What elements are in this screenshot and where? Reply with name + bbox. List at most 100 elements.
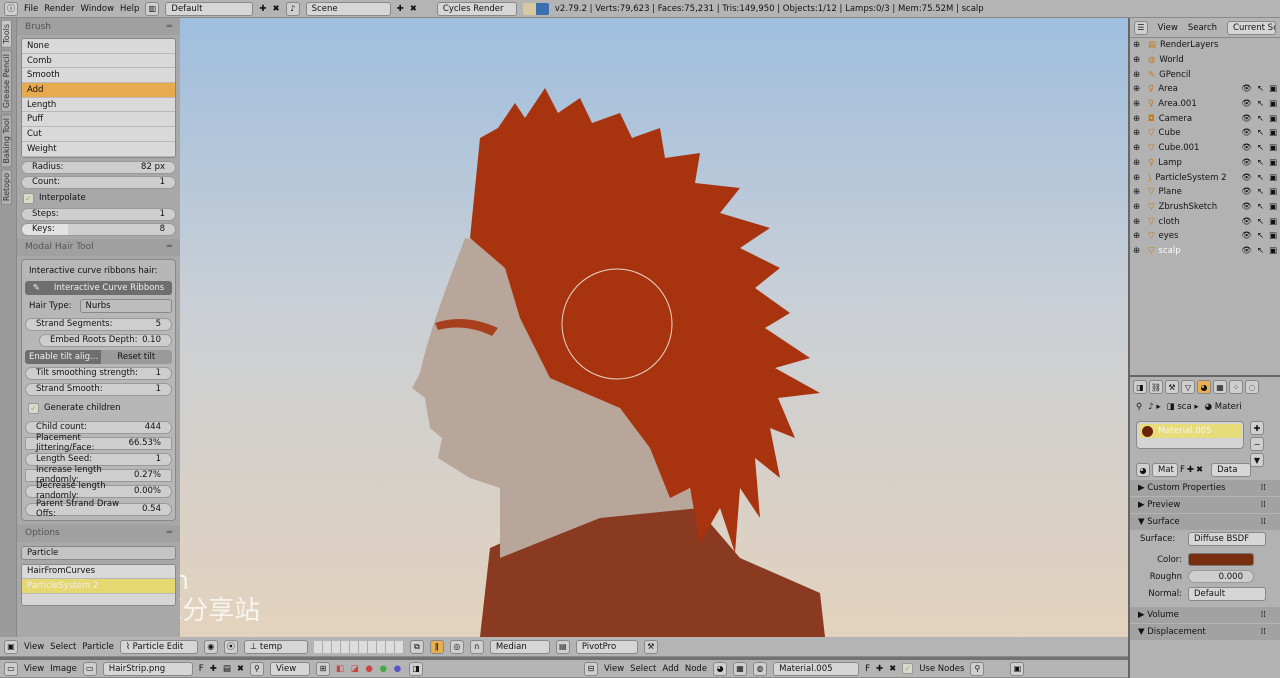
material-name-field[interactable]: Material.005 (773, 661, 860, 676)
pin-icon[interactable]: ⚲ (1136, 402, 1142, 412)
brush-item-none[interactable]: None (22, 39, 175, 54)
backdrop-icon[interactable]: ▣ (1010, 661, 1025, 676)
outliner-item-area[interactable]: ⊕ ♀ Area 👁 ↖ ▣ (1130, 82, 1280, 97)
outliner-item-cube[interactable]: ⊕ ▽ Cube 👁 ↖ ▣ (1130, 126, 1280, 141)
pin-icon[interactable]: ⚲ (249, 661, 264, 676)
texture-tab-icon[interactable]: ▦ (1213, 380, 1227, 394)
visibility-eye-icon[interactable]: 👁 (1241, 202, 1252, 212)
interactive-curve-ribbons-button[interactable]: ✎ Interactive Curve Ribbons (25, 280, 172, 295)
outliner-item-scalp[interactable]: ⊕ ▽ scalp 👁 ↖ ▣ (1130, 244, 1280, 259)
material-browse-icon[interactable]: ◕ (1136, 463, 1150, 477)
interpolate-checkbox[interactable]: ✓ Interpolate (23, 192, 174, 205)
object-tab-icon[interactable]: ◨ (1133, 380, 1147, 394)
tab-grease-pencil[interactable]: Grease Pencil (1, 49, 12, 112)
visibility-eye-icon[interactable]: 👁 (1241, 246, 1252, 256)
outliner-item-plane[interactable]: ⊕ ▽ Plane 👁 ↖ ▣ (1130, 185, 1280, 200)
render-camera-icon[interactable]: ▣ (1269, 217, 1277, 227)
modal-field-1[interactable]: Placement Jittering/Face: 66.53% (25, 433, 172, 453)
panel-custom-properties[interactable]: ▶ Custom Properties ⁞⁞ (1130, 479, 1280, 496)
render-camera-icon[interactable]: ▣ (1269, 128, 1277, 138)
add-slot-icon[interactable]: ✚ (1250, 421, 1264, 435)
expand-icon[interactable]: ⊕ (1133, 55, 1140, 65)
visibility-eye-icon[interactable]: 👁 (1241, 99, 1252, 109)
add-layout-icon[interactable]: ✚ (259, 4, 266, 14)
lock-icon[interactable]: ⧉ (409, 639, 424, 654)
outliner-item-camera[interactable]: ⊕ ◘ Camera 👁 ↖ ▣ (1130, 111, 1280, 126)
pivot-icon[interactable]: ⦿ (223, 639, 238, 654)
expand-icon[interactable]: ⊕ (1133, 128, 1140, 138)
render-camera-icon[interactable]: ▣ (1269, 114, 1277, 124)
remove-scene-icon[interactable]: ✖ (410, 4, 417, 14)
selectable-cursor-icon[interactable]: ↖ (1257, 158, 1264, 168)
snap-icon[interactable]: ∩ (469, 639, 484, 654)
options-mode-select[interactable]: Particle (21, 545, 176, 560)
layout-icon[interactable]: ▥ (145, 1, 160, 16)
new-material-icon[interactable]: ✚ (876, 664, 883, 674)
outliner-item-cube-001[interactable]: ⊕ ▽ Cube.001 👁 ↖ ▣ (1130, 141, 1280, 156)
options-panel-header[interactable]: Options ═ (17, 524, 180, 542)
data-tab-icon[interactable]: ▽ (1181, 380, 1195, 394)
modal-field-4[interactable]: Decrease length randomly: 0.00% (25, 481, 172, 501)
modal-field-0[interactable]: Tilt smoothing strength: 1 (25, 366, 172, 380)
render-camera-icon[interactable]: ▣ (1269, 158, 1277, 168)
menu-particle[interactable]: Particle (82, 642, 113, 652)
panel-displacement[interactable]: ▼ Displacement ⁞⁞ (1130, 623, 1280, 640)
selectable-cursor-icon[interactable]: ↖ (1257, 173, 1264, 183)
panel-preview[interactable]: ▶ Preview ⁞⁞ (1130, 496, 1280, 513)
pivot-median-select[interactable]: Median (489, 639, 550, 654)
menu-view[interactable]: View (24, 642, 44, 652)
unlink-image-icon[interactable]: ✖ (237, 664, 244, 674)
render-camera-icon[interactable]: ▣ (1269, 173, 1277, 183)
outliner-item-eyes[interactable]: ⊕ ▽ eyes 👁 ↖ ▣ (1130, 229, 1280, 244)
visibility-eye-icon[interactable]: 👁 (1241, 187, 1252, 197)
menu-render[interactable]: Render (44, 4, 74, 14)
unlink-material-icon[interactable]: ✖ (889, 664, 896, 674)
menu-add[interactable]: Add (662, 664, 678, 674)
render-engine-select[interactable]: Cycles Render (436, 1, 517, 16)
editor-type-icon[interactable]: ▣ (4, 639, 18, 654)
expand-icon[interactable]: ⊕ (1133, 40, 1140, 50)
modal-field-0[interactable]: Strand Segments: 5 (25, 317, 172, 331)
image-editor-icon[interactable]: ▭ (4, 661, 18, 676)
list-item[interactable]: HairFromCurves (22, 564, 175, 580)
unlink-material-icon[interactable]: ✖ (1196, 465, 1203, 475)
outliner-item-world[interactable]: ⊕ ◍ World (1130, 53, 1280, 68)
image-browse-icon[interactable]: ▭ (82, 661, 97, 676)
modifiers-tab-icon[interactable]: ⚒ (1165, 380, 1179, 394)
fake-user-button[interactable]: F (865, 664, 870, 674)
visibility-eye-icon[interactable]: 👁 (1241, 231, 1252, 241)
modal-hair-panel-header[interactable]: Modal Hair Tool ═ (17, 238, 180, 256)
open-image-icon[interactable]: ▤ (223, 664, 231, 674)
modal-field-3[interactable]: Increase length randomly: 0.27% (25, 465, 172, 485)
outliner-item-cloth[interactable]: ⊕ ▽ cloth 👁 ↖ ▣ (1130, 214, 1280, 229)
menu-view[interactable]: View (24, 664, 44, 674)
enable-tilt-button[interactable]: Enable tilt alig... (25, 349, 101, 364)
expand-icon[interactable]: ⊕ (1133, 114, 1140, 124)
visibility-eye-icon[interactable]: 👁 (1241, 143, 1252, 153)
expand-icon[interactable]: ⊕ (1133, 158, 1140, 168)
wrench-icon[interactable]: ⚒ (643, 639, 658, 654)
outliner-item-particlesystem-2[interactable]: ⊕ ⟆ ParticleSystem 2 👁 ↖ ▣ (1130, 170, 1280, 185)
constraints-tab-icon[interactable]: ⛓ (1149, 380, 1163, 394)
modal-field-2[interactable]: Length Seed: 1 (25, 452, 172, 466)
expand-icon[interactable]: ⊕ (1133, 173, 1140, 183)
tab-retopo[interactable]: Retopo (1, 169, 12, 206)
expand-icon[interactable]: ⊕ (1133, 70, 1140, 80)
reset-tilt-button[interactable]: Reset tilt (100, 349, 172, 364)
view-select[interactable]: View (269, 661, 310, 676)
pin-icon[interactable]: ⚲ (970, 661, 985, 676)
hair-type-select[interactable]: Nurbs (79, 298, 172, 313)
brush-item-smooth[interactable]: Smooth (22, 68, 175, 84)
link-select[interactable]: Data (1211, 463, 1252, 477)
material-browse-icon[interactable]: ◍ (753, 661, 768, 676)
info-icon[interactable]: ⓘ (4, 1, 18, 16)
surface-shader-select[interactable]: Diffuse BSDF (1188, 531, 1266, 546)
3d-viewport[interactable]: iiidea.cn专业CG资源分享站 (180, 18, 1128, 637)
selectable-cursor-icon[interactable]: ↖ (1257, 114, 1264, 124)
roughness-field[interactable]: 0.000 (1188, 570, 1254, 583)
color-swatch[interactable] (1188, 553, 1254, 566)
shading-icon[interactable]: ◉ (203, 639, 218, 654)
visibility-eye-icon[interactable]: 👁 (1241, 114, 1252, 124)
new-image-icon[interactable]: ✚ (210, 664, 217, 674)
menu-search[interactable]: Search (1188, 23, 1217, 33)
